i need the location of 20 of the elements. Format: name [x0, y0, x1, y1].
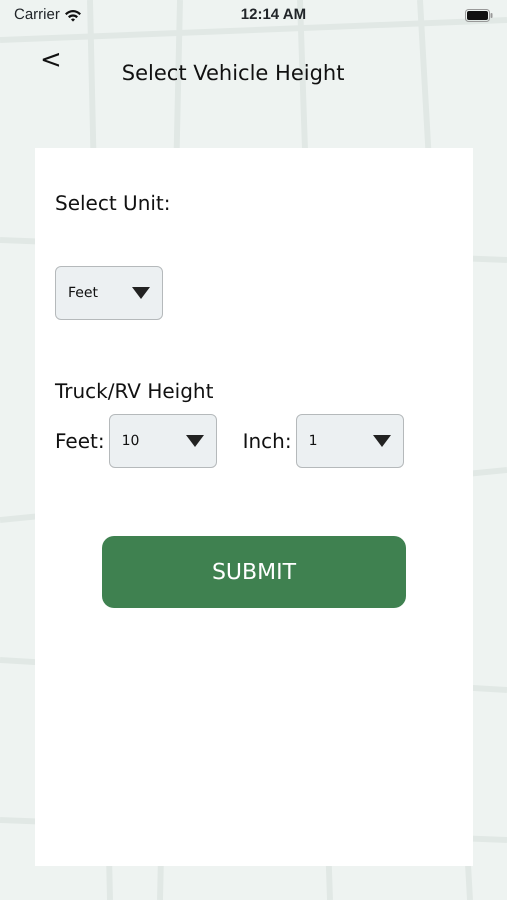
caret-icon [132, 287, 150, 299]
status-time: 12:14 AM [240, 4, 306, 25]
dropdown-value: 1 [308, 432, 318, 450]
back-button[interactable]: < [40, 47, 62, 73]
dropdown-value: Feet [68, 284, 98, 302]
page-title: Select Vehicle Height [122, 60, 344, 88]
battery-icon [465, 8, 493, 22]
carrier-name: Carrier [14, 4, 60, 25]
unit-label: Select Unit: [55, 190, 172, 217]
caret-icon [186, 435, 204, 447]
value-dropdown[interactable]: 1 [296, 414, 404, 468]
dropdown-value: 10 [122, 432, 140, 450]
caret-icon [372, 435, 391, 447]
height-label: Truck/RV Height [55, 378, 214, 405]
field-label: Feet: [55, 428, 105, 455]
value-dropdown[interactable]: 10 [108, 414, 217, 468]
submit-button[interactable]: SUBMIT [102, 536, 406, 608]
unit-dropdown[interactable]: Feet [55, 266, 163, 320]
field-label: Inch: [242, 428, 292, 455]
wifi-icon [64, 8, 82, 22]
